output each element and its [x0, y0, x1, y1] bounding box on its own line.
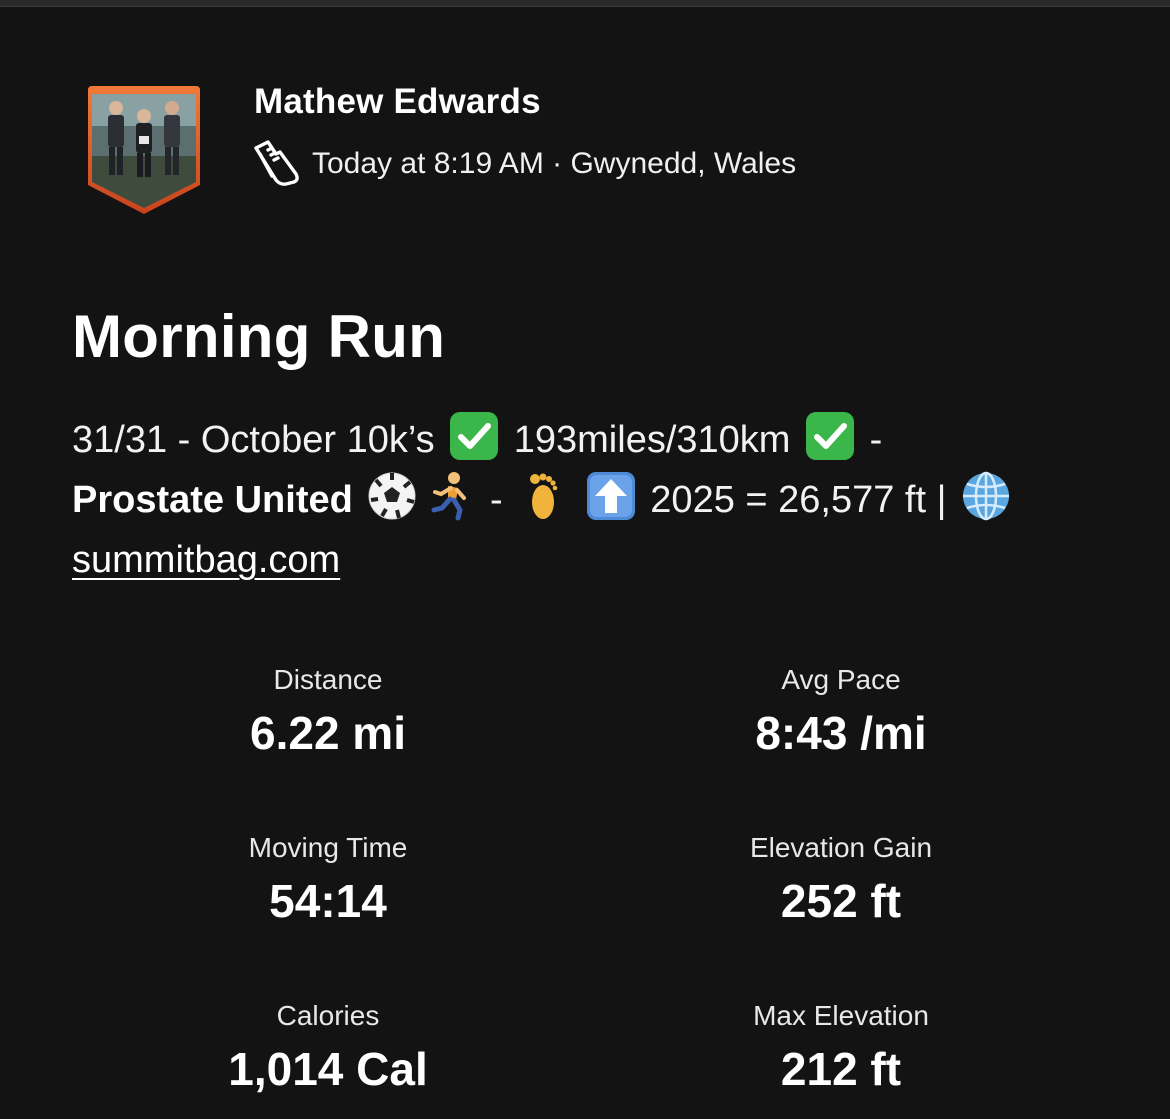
stat-value: 8:43 /mi	[755, 707, 927, 759]
running-shoe-icon	[254, 140, 299, 186]
description-text-1: 31/31 - October 10k’s	[72, 419, 435, 461]
stat-label: Moving Time	[248, 832, 408, 863]
stat-value: 1,014 Cal	[228, 1043, 428, 1095]
up-arrow-emoji	[586, 472, 635, 520]
globe-emoji	[963, 471, 1010, 521]
soccer-ball-emoji	[368, 472, 416, 520]
stat-elevation-gain: Elevation Gain 252 ft	[641, 832, 1041, 928]
description-text-5: 2025 = 26,577 ft |	[650, 479, 947, 521]
stat-value: 252 ft	[780, 875, 902, 927]
stat-value: 212 ft	[780, 1043, 902, 1095]
activity-description: 31/31 - October 10k’s 193miles/310km - P…	[72, 410, 1132, 590]
activity-meta: Today at 8:19 AM · Gwynedd, Wales	[250, 140, 796, 188]
foot-emoji	[530, 473, 558, 519]
stat-label: Max Elevation	[753, 1000, 929, 1031]
description-text-3: -	[869, 419, 883, 461]
activity-time-location: Today at 8:19 AM · Gwynedd, Wales	[312, 147, 797, 180]
stat-label: Distance	[273, 664, 383, 695]
description-text-4: -	[489, 479, 503, 521]
description-bold-text: Prostate United	[72, 479, 353, 521]
stat-value: 54:14	[269, 875, 387, 927]
summitbag-link[interactable]: summitbag.com	[72, 539, 340, 581]
stat-moving-time: Moving Time 54:14	[128, 832, 528, 928]
stat-calories: Calories 1,014 Cal	[128, 1000, 528, 1096]
stat-label: Avg Pace	[781, 664, 901, 695]
stat-label: Elevation Gain	[749, 832, 933, 863]
check-mark-emoji	[450, 412, 499, 460]
top-divider	[0, 0, 1170, 7]
stat-distance: Distance 6.22 mi	[128, 664, 528, 760]
check-mark-emoji	[806, 412, 854, 460]
runner-emoji	[431, 472, 467, 521]
stat-label: Calories	[276, 1000, 380, 1031]
avatar[interactable]	[84, 86, 204, 216]
athlete-name[interactable]: Mathew Edwards	[254, 82, 541, 122]
stat-avg-pace: Avg Pace 8:43 /mi	[641, 664, 1041, 760]
stat-max-elevation: Max Elevation 212 ft	[641, 1000, 1041, 1096]
description-text-2: 193miles/310km	[513, 419, 791, 461]
activity-title[interactable]: Morning Run	[72, 302, 445, 371]
stat-value: 6.22 mi	[250, 707, 406, 759]
